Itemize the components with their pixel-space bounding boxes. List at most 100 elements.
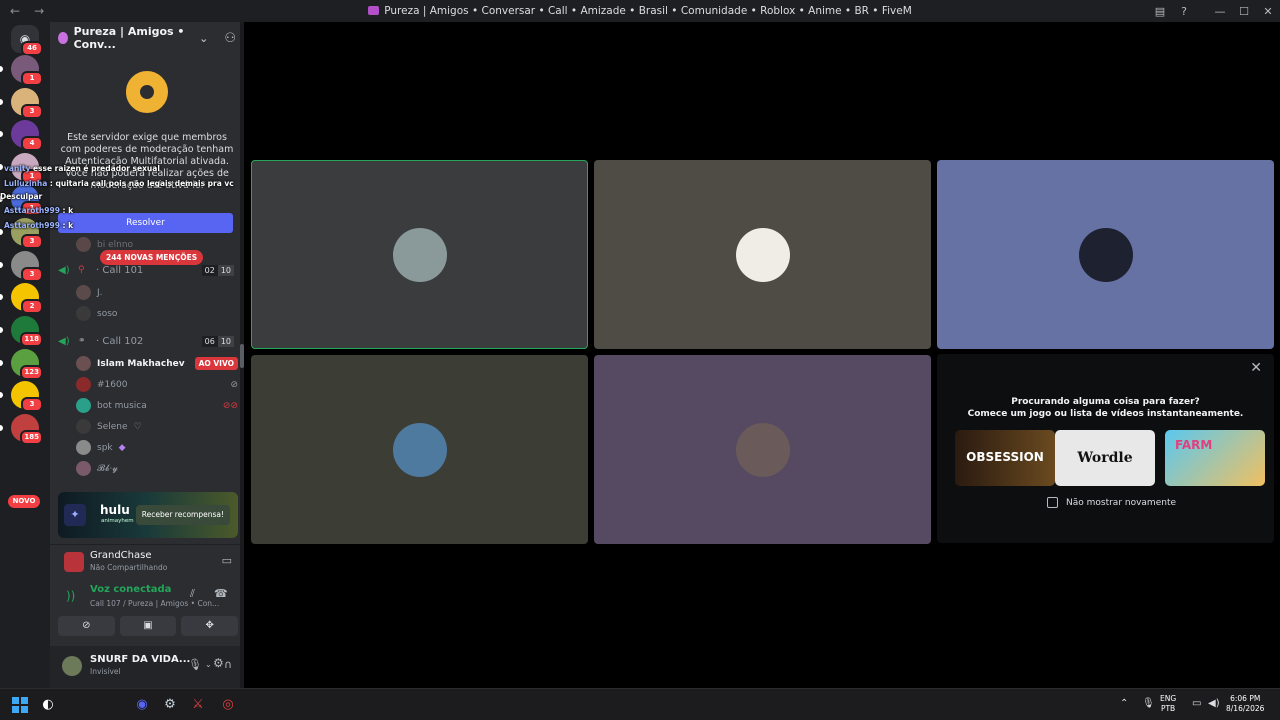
screen-share-icon[interactable]: ▣	[119, 616, 177, 636]
help-icon[interactable]: ?	[1172, 5, 1196, 18]
unread-pill	[0, 327, 3, 333]
suggestions-subtitle: Comece um jogo ou lista de vídeos instan…	[967, 409, 1244, 419]
user-status: Invisível	[90, 667, 121, 676]
maximize-button[interactable]: ☐	[1232, 5, 1256, 18]
member-row[interactable]: Islam Makhachev AO VIVO	[76, 353, 238, 374]
unread-pill	[0, 164, 3, 170]
resolve-button[interactable]: Resolver	[58, 213, 233, 233]
pin-icon: ⚲	[78, 265, 85, 275]
sidebar-scrollbar[interactable]	[240, 22, 244, 688]
member-name: soso	[97, 308, 118, 319]
member-row[interactable]: 𝓑𝓫·𝔂	[76, 458, 238, 479]
voice-connected-label[interactable]: Voz conectada	[90, 584, 171, 595]
back-icon[interactable]: ←	[10, 4, 20, 18]
noise-suppression-icon[interactable]: ⫽	[190, 587, 195, 601]
steam-icon[interactable]: ⚙	[160, 695, 180, 715]
clock[interactable]: 6:06 PM 8/16/2026	[1226, 694, 1264, 714]
game-icon[interactable]: ⚔	[188, 695, 208, 715]
settings-gear-icon[interactable]: ⚙	[213, 656, 224, 670]
scrollbar-thumb[interactable]	[240, 344, 244, 368]
voice-channel-call-101[interactable]: ◀) ⚲ · Call 101 02 10	[50, 260, 244, 280]
member-row[interactable]: #1600 ⊘	[76, 374, 238, 395]
unread-pill	[0, 99, 3, 105]
member-row[interactable]: bot musica ⊘⊘	[76, 395, 238, 416]
promo-brand: hulu	[100, 503, 130, 517]
server-icon[interactable]: 4	[11, 120, 43, 151]
unread-pill	[0, 262, 3, 268]
server-header[interactable]: Pureza | Amigos • Conv... ⌄ ⚇	[50, 22, 244, 54]
home-button[interactable]: ◉ 46	[11, 25, 43, 56]
username[interactable]: SNURF DA VIDA...	[90, 654, 190, 665]
server-icon[interactable]: 3	[11, 251, 43, 282]
disconnect-icon[interactable]: ☎	[214, 587, 228, 600]
avatar	[76, 419, 91, 434]
forward-icon[interactable]: →	[34, 4, 44, 18]
search-icon[interactable]: ◐	[38, 695, 58, 715]
share-screen-icon[interactable]: ▭	[222, 554, 232, 567]
checkbox[interactable]	[1047, 497, 1058, 508]
member-name: spk	[97, 442, 113, 453]
activities-icon[interactable]: ✥	[181, 616, 239, 636]
chevron-down-icon: ⌄	[199, 31, 209, 45]
video-tile[interactable]	[937, 160, 1274, 349]
unread-pill	[0, 425, 3, 431]
member-row[interactable]: Selene ♡	[76, 416, 238, 437]
windows-start-icon[interactable]	[12, 697, 28, 713]
overlay-text: esse raizen é predador sexual	[32, 164, 160, 173]
avatar[interactable]	[62, 656, 82, 676]
avatar	[76, 306, 91, 321]
headphones-icon[interactable]: ∩	[224, 658, 232, 671]
member-row[interactable]: spk ◆	[76, 437, 238, 458]
video-tile[interactable]	[251, 355, 588, 544]
server-icon[interactable]: 185	[11, 414, 43, 445]
server-icon[interactable]: 3	[11, 381, 43, 412]
game-card-obsession[interactable]: OBSESSION	[955, 430, 1055, 486]
game-card-farm[interactable]: FARM	[1165, 430, 1265, 486]
avatar	[76, 440, 91, 455]
member-row[interactable]: J.	[76, 282, 238, 303]
unread-badge: 3	[21, 104, 43, 119]
video-tile[interactable]	[594, 355, 931, 544]
volume-icon[interactable]: ◀)	[1208, 698, 1220, 709]
avatar	[76, 285, 91, 300]
discord-icon[interactable]: ◉	[132, 695, 152, 715]
chevron-up-icon[interactable]: ⌃	[1120, 698, 1128, 709]
unread-badge: 118	[20, 332, 43, 347]
video-tile[interactable]	[594, 160, 931, 349]
avatar	[735, 227, 790, 282]
claim-reward-button[interactable]: Receber recompensa!	[135, 505, 230, 525]
server-icon[interactable]: 1	[11, 55, 43, 86]
unread-badge: 3	[21, 267, 43, 282]
network-icon[interactable]: ▭	[1192, 698, 1201, 709]
server-icon[interactable]: 123	[11, 349, 43, 380]
voice-channel-path[interactable]: Call 107 / Pureza | Amigos • Con...	[90, 599, 219, 608]
camera-off-icon[interactable]: ⊘	[58, 616, 115, 636]
avatar	[76, 398, 91, 413]
server-icon[interactable]: 3	[11, 88, 43, 119]
dont-show-again[interactable]: Não mostrar novamente	[1047, 497, 1176, 508]
server-icon[interactable]: 2	[11, 283, 43, 314]
overlay-user: vanity	[4, 164, 31, 173]
member-row[interactable]: soso	[76, 303, 238, 324]
inbox-icon[interactable]: ▤	[1148, 5, 1172, 18]
live-badge: AO VIVO	[194, 357, 238, 370]
app-icon[interactable]: ◎	[218, 695, 238, 715]
voice-channel-call-102[interactable]: ◀) ⚭ · Call 102 06 10	[50, 331, 244, 351]
server-icon[interactable]: 118	[11, 316, 43, 347]
minimize-button[interactable]: —	[1208, 5, 1232, 18]
window-titlebar: ← → Pureza | Amigos • Conversar • Call •…	[0, 0, 1280, 22]
invite-icon[interactable]: ⚇	[224, 31, 236, 46]
language-indicator[interactable]: ENG PTB	[1160, 694, 1176, 714]
microphone-icon[interactable]: 🎙︎	[1142, 698, 1155, 709]
promo-logo-icon: ✦	[64, 504, 86, 526]
game-card-wordle[interactable]: Wordle	[1055, 430, 1155, 486]
microphone-icon[interactable]: 🎙︎	[188, 658, 202, 671]
close-button[interactable]: ✕	[1256, 5, 1280, 18]
chevron-down-icon[interactable]: ⌄	[205, 660, 212, 669]
member-name: #1600	[97, 379, 128, 390]
video-tile[interactable]	[251, 160, 588, 349]
member-name: J.	[97, 287, 103, 298]
reward-promo: ✦ hulu animayhem Receber recompensa!	[58, 492, 238, 538]
avatar	[76, 461, 91, 476]
close-icon[interactable]: ✕	[1250, 360, 1262, 376]
